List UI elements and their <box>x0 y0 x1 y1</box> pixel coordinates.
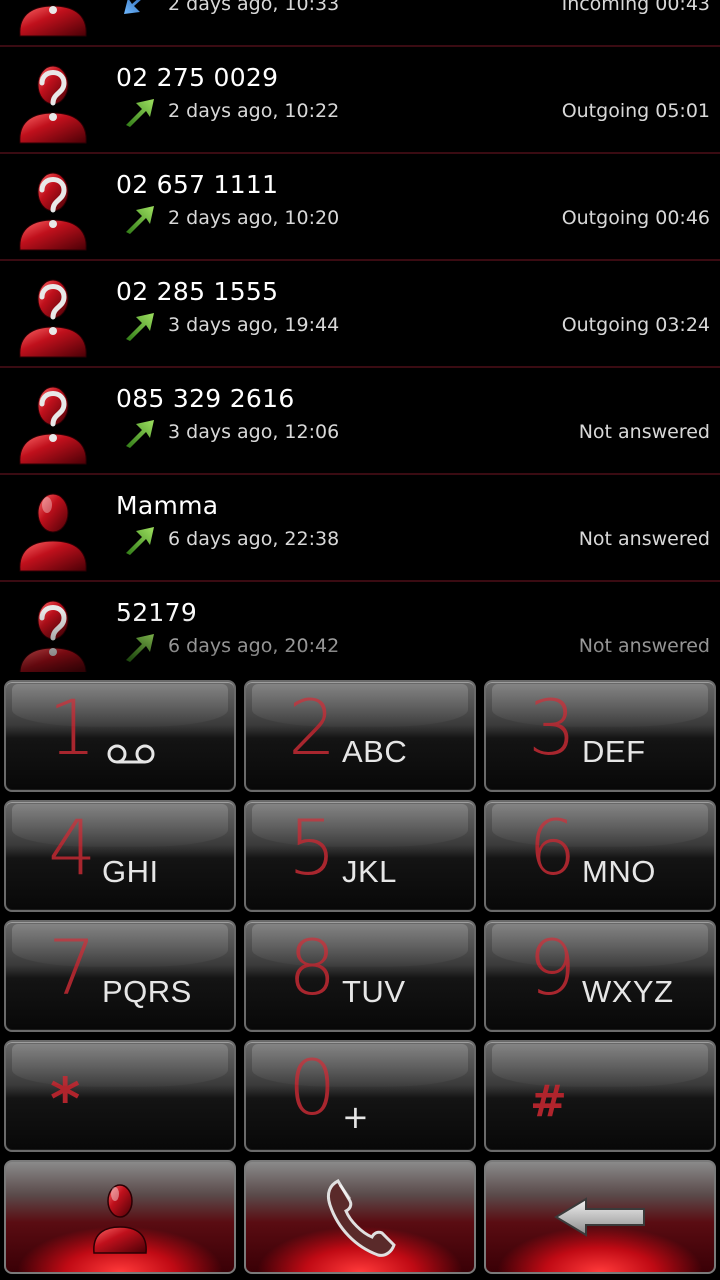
dial-key-3[interactable]: 3 DEF <box>484 680 716 792</box>
call-log-row[interactable]: 02 657 1111 2 days ago, 10:20 Outgoing 0… <box>0 154 720 261</box>
contact-name: 02 657 1111 <box>116 170 279 199</box>
dial-key-0[interactable]: 0 + <box>244 1040 476 1152</box>
dial-key-star[interactable]: * <box>4 1040 236 1152</box>
call-status: Not answered <box>578 528 710 550</box>
key-letters: TUV <box>342 974 406 1009</box>
contact-icon <box>19 493 87 572</box>
unknown-contact-icon <box>19 600 87 672</box>
outgoing-call-arrow-icon <box>126 527 154 555</box>
outgoing-call-arrow-icon <box>126 313 154 341</box>
key-letters: WXYZ <box>582 974 674 1009</box>
call-log-row[interactable]: 52179 6 days ago, 20:42 Not answered <box>0 582 720 672</box>
call-time: 3 days ago, 19:44 <box>168 314 340 336</box>
key-digit: 9 <box>528 923 577 1012</box>
contact-name: 52179 <box>116 598 198 627</box>
key-digit: 4 <box>48 803 97 892</box>
unknown-contact-icon <box>19 386 87 465</box>
call-log-list[interactable]: 2 days ago, 10:33 Incoming 00:43 02 275 … <box>0 0 720 672</box>
dial-key-hash[interactable]: # <box>484 1040 716 1152</box>
outgoing-call-arrow-icon <box>126 634 154 662</box>
call-log-row[interactable]: 085 329 2616 3 days ago, 12:06 Not answe… <box>0 368 720 475</box>
call-status: Outgoing 05:01 <box>561 100 710 122</box>
key-letters: GHI <box>102 854 159 889</box>
key-letters: PQRS <box>102 974 192 1009</box>
key-letters: + <box>342 1098 369 1136</box>
call-time: 6 days ago, 20:42 <box>168 635 340 657</box>
key-letters: JKL <box>342 854 397 889</box>
contact-name: 085 329 2616 <box>116 384 295 413</box>
key-digit: * <box>50 1065 81 1133</box>
dial-key-4[interactable]: 4 GHI <box>4 800 236 912</box>
call-time: 3 days ago, 12:06 <box>168 421 340 443</box>
call-status: Incoming 00:43 <box>561 0 710 15</box>
unknown-contact-icon <box>19 65 87 144</box>
key-letters: MNO <box>582 854 656 889</box>
call-button[interactable] <box>244 1160 476 1274</box>
incoming-call-arrow-icon <box>124 0 141 14</box>
key-digit: 7 <box>48 923 97 1012</box>
contacts-icon <box>93 1184 147 1254</box>
call-time: 6 days ago, 22:38 <box>168 528 340 550</box>
phone-call-icon <box>326 1179 396 1257</box>
dial-key-5[interactable]: 5 JKL <box>244 800 476 912</box>
backspace-icon <box>554 1197 645 1237</box>
call-log-row[interactable]: 02 285 1555 3 days ago, 19:44 Outgoing 0… <box>0 261 720 368</box>
call-log-row[interactable]: 2 days ago, 10:33 Incoming 00:43 <box>0 0 720 47</box>
call-status: Outgoing 03:24 <box>561 314 710 336</box>
contacts-button[interactable] <box>4 1160 236 1274</box>
contact-name: Mamma <box>116 491 219 520</box>
key-letters: DEF <box>582 734 646 769</box>
dial-key-6[interactable]: 6 MNO <box>484 800 716 912</box>
dial-key-8[interactable]: 8 TUV <box>244 920 476 1032</box>
key-letters: ABC <box>342 734 408 769</box>
key-digit: 6 <box>528 803 577 892</box>
dial-key-9[interactable]: 9 WXYZ <box>484 920 716 1032</box>
key-digit: 1 <box>48 683 97 772</box>
dial-key-1[interactable]: 1 <box>4 680 236 792</box>
contact-name: 02 285 1555 <box>116 277 279 306</box>
key-digit: 2 <box>288 683 337 772</box>
call-status: Not answered <box>578 421 710 443</box>
unknown-contact-icon <box>19 279 87 358</box>
key-digit: 5 <box>288 803 337 892</box>
call-time: 2 days ago, 10:22 <box>168 100 340 122</box>
dialpad: 1 2 ABC 3 DEF 4 GHI 5 JKL 6 MNO 7 PQRS 8… <box>0 672 720 1280</box>
call-time: 2 days ago, 10:20 <box>168 207 340 229</box>
unknown-contact-icon <box>19 5 87 37</box>
dial-key-7[interactable]: 7 PQRS <box>4 920 236 1032</box>
voicemail-icon <box>107 744 155 764</box>
dial-key-2[interactable]: 2 ABC <box>244 680 476 792</box>
key-digit: 8 <box>288 923 337 1012</box>
contact-name: 02 275 0029 <box>116 63 279 92</box>
call-status: Not answered <box>578 635 710 657</box>
unknown-contact-icon <box>19 172 87 251</box>
call-time: 2 days ago, 10:33 <box>168 0 340 15</box>
key-digit: # <box>530 1076 567 1127</box>
backspace-button[interactable] <box>484 1160 716 1274</box>
outgoing-call-arrow-icon <box>126 420 154 448</box>
outgoing-call-arrow-icon <box>126 206 154 234</box>
outgoing-call-arrow-icon <box>126 99 154 127</box>
call-status: Outgoing 00:46 <box>561 207 710 229</box>
call-log-row[interactable]: 02 275 0029 2 days ago, 10:22 Outgoing 0… <box>0 47 720 154</box>
key-digit: 3 <box>528 683 577 772</box>
key-digit: 0 <box>288 1043 337 1132</box>
call-log-row[interactable]: Mamma 6 days ago, 22:38 Not answered <box>0 475 720 582</box>
